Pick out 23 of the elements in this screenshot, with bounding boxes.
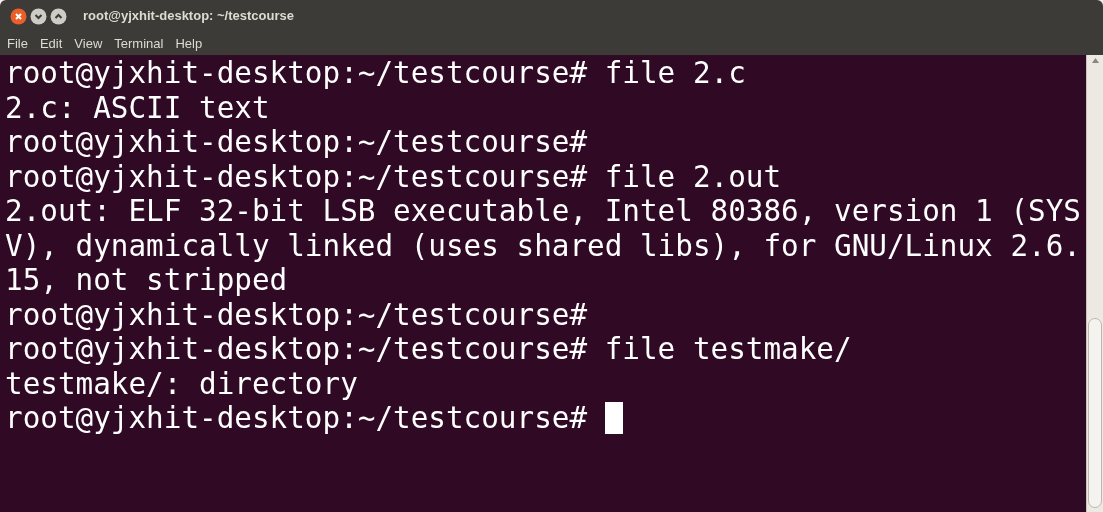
terminal-line: root@yjxhit-desktop:~/testcourse# (5, 297, 588, 332)
menu-item[interactable]: Terminal (109, 33, 169, 54)
menu-item[interactable]: View (69, 33, 108, 54)
terminal-line: 2.c: ASCII text (5, 90, 270, 125)
terminal-line: root@yjxhit-desktop:~/testcourse# file 2.out (5, 159, 782, 194)
minimize-icon[interactable] (30, 7, 47, 25)
scroll-up-icon[interactable] (1090, 57, 1100, 64)
terminal-line: V), dynamically linked (uses shared libs), for GNU/Linux 2.6. (5, 228, 1081, 263)
maximize-icon[interactable] (50, 7, 67, 25)
terminal-line: root@yjxhit-desktop:~/testcourse# file 2.c (5, 56, 746, 91)
window-title: root@yjxhit-desktop: ~/testcourse (83, 7, 294, 26)
menu-item[interactable]: File (2, 33, 33, 54)
terminal-line: 15, not stripped (5, 263, 288, 298)
terminal-line: root@yjxhit-desktop:~/testcourse# (5, 125, 588, 160)
scrollbar[interactable] (1086, 55, 1103, 512)
menu-item[interactable]: Edit (34, 33, 68, 54)
terminal-line: root@yjxhit-desktop:~/testcourse# (5, 401, 589, 436)
close-icon[interactable] (10, 7, 27, 25)
menu-item[interactable]: Help (170, 33, 208, 54)
terminal-line: 2.out: ELF 32-bit LSB executable, Intel 80386, version 1 (SYS (5, 194, 1081, 229)
terminal-line: testmake/: directory (5, 366, 358, 401)
terminal-line: root@yjxhit-desktop:~/testcourse# file testmake/ (5, 332, 852, 367)
scroll-thumb[interactable] (1088, 318, 1102, 508)
